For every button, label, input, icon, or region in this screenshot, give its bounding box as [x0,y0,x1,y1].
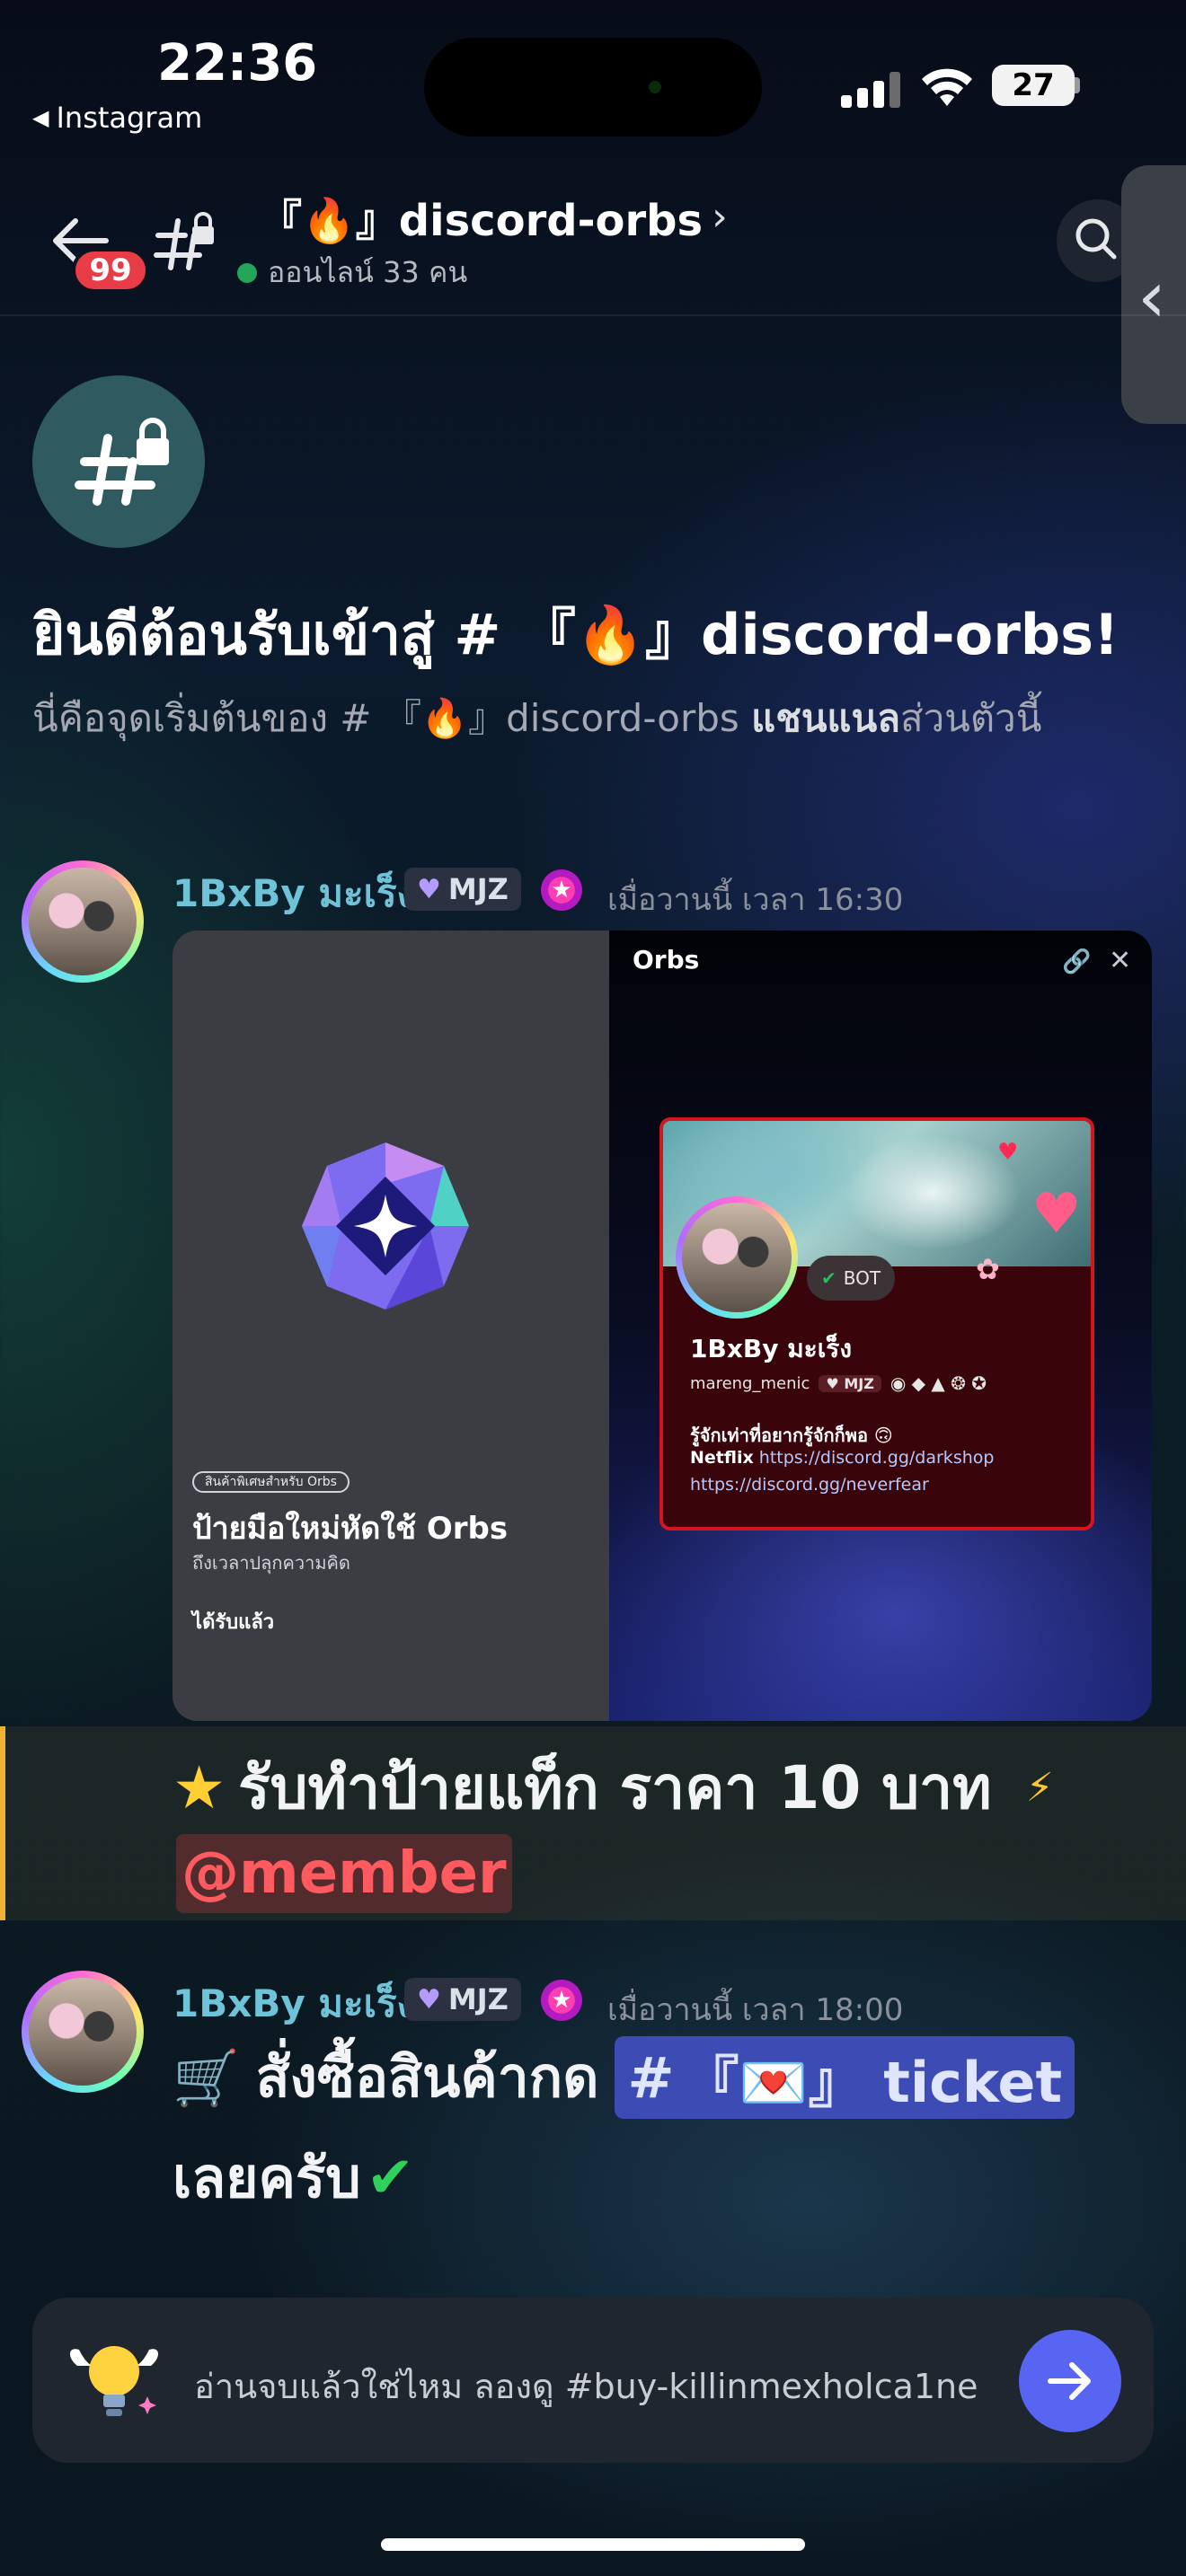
cellular-signal-icon [841,70,900,108]
avatar[interactable] [22,1971,144,2093]
chevron-left-icon: ‹ [1137,255,1166,339]
wifi-icon [922,68,972,106]
status-time: 22:36 [157,34,318,93]
profile-preview-card: ♥ ♥ ✿ ✔ BOT 1BxBy มะเร็ง mareng_menic ♥ … [659,1117,1094,1531]
welcome-title: ยินดีต้อนรับเข้าสู่ # 『🔥』discord-orbs! [32,602,1120,667]
flower-icon: ✿ [976,1252,1000,1286]
timestamp: เมื่อวานนี้ เวลา 16:30 [607,882,904,918]
battery-indicator: 27 [992,65,1075,106]
highlighted-message: ★ รับทำป้ายแท็ก ราคา 10 บาท ⚡ @member [0,1726,1186,1920]
highlighted-message-text: ★ รับทำป้ายแท็ก ราคา 10 บาท ⚡ [173,1753,1054,1822]
star-icon: ★ [173,1753,226,1822]
orbs-exclusive-badge: สินค้าพิเศษสำหรับ Orbs [192,1471,350,1493]
suggestion-text: อ่านจบแล้วใช่ไหม ลองดู #buy-killinmexhol… [194,2367,978,2406]
role-tag: ♥ MJZ [819,1374,881,1392]
profile-bio-line: Netflix https://discord.gg/darkshop [690,1448,995,1468]
arrow-right-icon [1048,2362,1091,2400]
orb-gem-icon [302,1142,469,1310]
check-icon: ✔ [821,1267,836,1289]
username[interactable]: 1BxBy มะเร็ง [173,1974,415,2033]
profile-name: 1BxBy มะเร็ง [690,1334,853,1363]
back-triangle-icon: ◀ [32,105,49,130]
back-app-label: Instagram [56,101,203,135]
online-count-text: ออนไลน์ 33 คน [268,255,468,289]
chevron-right-icon: › [712,193,728,240]
profile-badges-icon: ◉ ◆ ▲ ❂ ✪ [890,1372,987,1394]
orb-item-title: ป้ายมือใหม่หัดใช้ Orbs [192,1511,509,1547]
shopping-cart-icon: 🛒 [173,2046,240,2110]
embed-left-panel: สินค้าพิเศษสำหรับ Orbs ป้ายมือใหม่หัดใช้… [173,931,609,1721]
members-drawer-handle[interactable]: ‹ [1121,165,1186,424]
role-tag: ♥ MJZ [404,1978,521,2021]
profile-bio-link: https://discord.gg/neverfear [690,1475,929,1495]
bot-status-pill: ✔ BOT [807,1256,896,1301]
received-status: ได้รับแล้ว [192,1611,275,1634]
heart-icon: ♥ [417,1983,441,2016]
welcome-subtitle: นี่คือจุดเริ่มต้นของ # 『🔥』discord-orbs แ… [32,696,1042,740]
profile-handle: mareng_menic ♥ MJZ ◉ ◆ ▲ ❂ ✪ [690,1372,987,1394]
channel-suggestion-bar[interactable]: อ่านจบแล้วใช่ไหม ลองดู #buy-killinmexhol… [32,2298,1154,2463]
unread-badge: 99 [72,248,149,293]
home-indicator[interactable] [381,2538,805,2551]
username[interactable]: 1BxBy มะเร็ง [173,864,415,923]
heart-icon: ♥ [1031,1180,1082,1246]
message-text: 🛒 สั่งซื้อสินค้ากด # 『💌』 ticket [173,2033,1075,2122]
profile-avatar [676,1196,798,1319]
role-tag: ♥ MJZ [404,868,521,911]
channel-title[interactable]: 『🔥』discord-orbs › [259,185,728,248]
avatar[interactable] [22,860,144,983]
orb-item-subtitle: ถึงเวลาปลุกความคิด [192,1552,350,1574]
star-badge-icon: ★ [541,869,582,911]
lightning-icon: ⚡ [1025,1765,1054,1811]
dynamic-island [424,38,762,137]
orbs-panel-title: Orbs [633,945,700,975]
go-button[interactable] [1019,2330,1121,2432]
embed-right-panel: Orbs 🔗 ✕ ♥ ♥ ✿ ✔ BOT 1BxBy มะเร็ง mareng… [609,931,1152,1721]
member-mention[interactable]: @member [176,1834,512,1913]
online-dot-icon [237,262,257,283]
heart-icon: ♥ [417,873,441,905]
lightbulb-icon [69,2346,159,2416]
star-badge-icon: ★ [541,1980,582,2021]
close-icon[interactable]: ✕ [1109,945,1131,976]
heart-icon: ♥ [997,1139,1019,1166]
private-channel-hash-icon [154,212,214,270]
timestamp: เมื่อวานนี้ เวลา 18:00 [607,1992,904,2028]
channel-title-text: 『🔥』discord-orbs [259,196,704,246]
battery-cap [1075,77,1080,93]
link-icon[interactable]: 🔗 [1062,948,1091,975]
profile-bio-line: รู้จักเท่าที่อยากรู้จักก็พอ 🙃 [690,1425,893,1446]
message-text: เลยครับ ✔ [173,2145,415,2211]
header-divider [0,314,1186,316]
back-to-app-link[interactable]: ◀ Instagram [32,101,202,135]
orbs-embed-card[interactable]: สินค้าพิเศษสำหรับ Orbs ป้ายมือใหม่หัดใช้… [173,931,1152,1721]
check-mark-icon: ✔ [366,2145,415,2211]
hash-lock-icon [75,418,169,506]
online-count: ออนไลน์ 33 คน [237,250,467,296]
channel-welcome-icon [32,375,205,548]
channel-mention-ticket[interactable]: # 『💌』 ticket [615,2036,1075,2119]
